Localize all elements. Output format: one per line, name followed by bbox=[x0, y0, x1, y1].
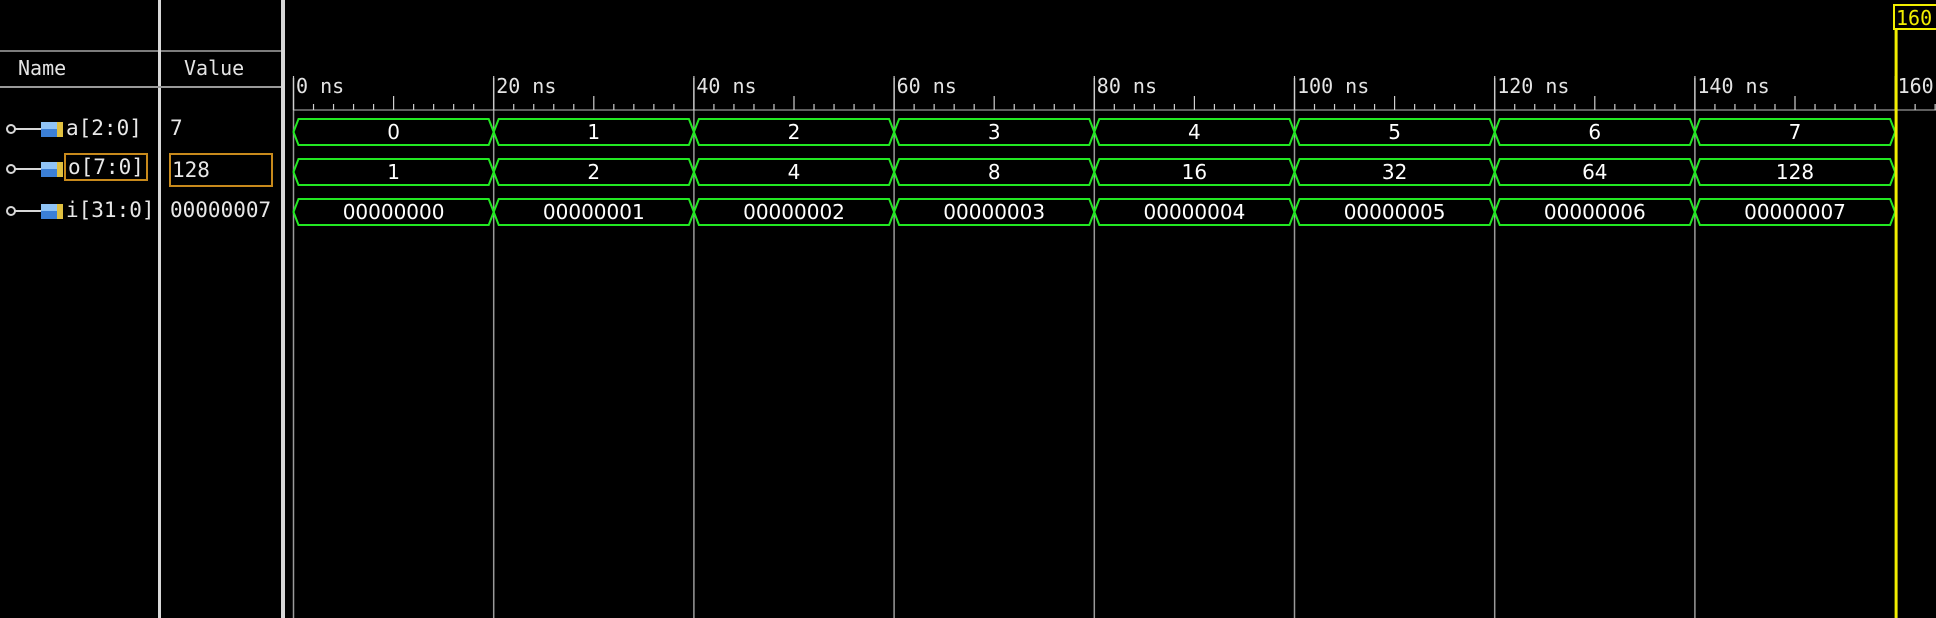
time-label: 160 bbox=[1898, 74, 1934, 98]
bus-segment-value: 2 bbox=[788, 120, 801, 144]
time-label: 60 ns bbox=[897, 74, 957, 98]
time-label: 40 ns bbox=[696, 74, 756, 98]
bus-segment-value: 00000007 bbox=[1744, 200, 1846, 224]
bus-segment-value: 4 bbox=[788, 160, 801, 184]
waveform-viewer: Name Value a[2:0] 7 o[7:0] 128 i[31:0] 0… bbox=[0, 0, 1936, 618]
cursor-time-label[interactable]: 160 bbox=[1893, 4, 1936, 30]
bus-segment-value: 64 bbox=[1582, 160, 1607, 184]
bus-segment-value: 16 bbox=[1182, 160, 1207, 184]
time-label: 80 ns bbox=[1097, 74, 1157, 98]
bus-segment-value: 1 bbox=[587, 120, 600, 144]
bus-segment-value: 00000006 bbox=[1544, 200, 1646, 224]
time-label: 120 ns bbox=[1497, 74, 1569, 98]
bus-segment-value: 128 bbox=[1776, 160, 1814, 184]
bus-segment-value: 8 bbox=[988, 160, 1001, 184]
time-label: 0 ns bbox=[296, 74, 344, 98]
time-label: 20 ns bbox=[496, 74, 556, 98]
bus-segment-value: 5 bbox=[1388, 120, 1401, 144]
time-label: 140 ns bbox=[1697, 74, 1769, 98]
waveform-canvas[interactable]: 0 ns 20 ns 40 ns 60 ns 80 ns 100 ns 120 ns 140 … bbox=[0, 0, 1936, 618]
bus-segment-value: 3 bbox=[988, 120, 1001, 144]
bus-segment-value: 0 bbox=[387, 120, 400, 144]
bus-segment-value: 00000002 bbox=[743, 200, 845, 224]
bus-segment-value: 1 bbox=[387, 160, 400, 184]
bus-segment-value: 00000003 bbox=[943, 200, 1045, 224]
time-label: 100 ns bbox=[1297, 74, 1369, 98]
bus-segment-value: 4 bbox=[1188, 120, 1201, 144]
bus-segment-value: 32 bbox=[1382, 160, 1407, 184]
bus-segment-value: 00000001 bbox=[543, 200, 645, 224]
bus-segment-value: 00000005 bbox=[1344, 200, 1446, 224]
bus-segment-value: 00000000 bbox=[343, 200, 445, 224]
bus-segment-value: 2 bbox=[587, 160, 600, 184]
bus-segment-value: 7 bbox=[1789, 120, 1802, 144]
bus-segment-value: 6 bbox=[1588, 120, 1601, 144]
bus-segment-value: 00000004 bbox=[1144, 200, 1246, 224]
